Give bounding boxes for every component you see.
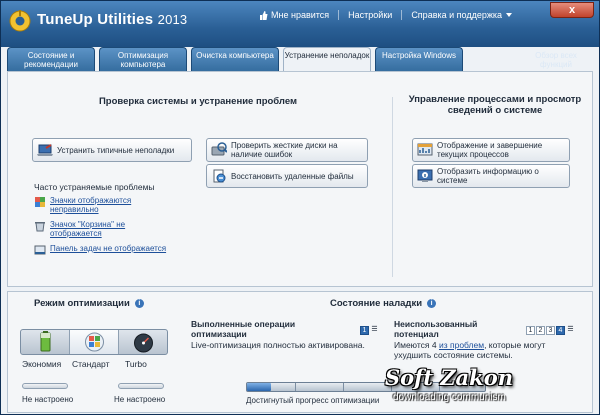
help-link[interactable]: Справка и поддержка [411, 10, 513, 20]
link-row-taskbar: Панель задач не отображается [34, 244, 204, 256]
fix-common-problems-button[interactable]: Устранить типичные неполадки [32, 138, 192, 162]
potential-page-3[interactable]: 3 [546, 326, 555, 335]
close-button[interactable]: x [550, 2, 594, 18]
mode-economy-label: Экономия [22, 359, 62, 369]
settings-link[interactable]: Настройки [348, 10, 392, 20]
potential-pager: 1 2 3 4 ☰ [526, 326, 575, 335]
section-divider [392, 97, 393, 277]
app-name: TuneUp Utilities [37, 11, 154, 28]
done-pager: 1 ☰ [360, 326, 379, 335]
optimization-mode-label: Режим оптимизации [34, 298, 130, 309]
menu-icon[interactable]: ☰ [370, 326, 379, 335]
done-operations-heading: Выполненные операции оптимизации [191, 319, 296, 339]
info-icon[interactable]: i [134, 299, 144, 308]
maintenance-state-title: Состояние наладки i [330, 298, 437, 309]
system-info-icon [417, 169, 433, 182]
potential-heading: Неиспользованный потенциал [394, 319, 478, 339]
tab-cleanup[interactable]: Очистка компьютера [191, 47, 279, 71]
restore-files-button[interactable]: Восстановить удаленные файлы [206, 164, 368, 188]
troubleshooting-panel: Проверка системы и устранение проблем Уп… [7, 71, 593, 287]
link-recycle-bin[interactable]: Значок "Корзина" не отображается [50, 220, 174, 238]
mode-turbo-label: Turbo [125, 359, 147, 369]
frequent-problems-heading: Часто устраняемые проблемы [34, 182, 155, 192]
check-disks-label: Проверить жесткие диски на наличие ошибо… [231, 141, 338, 159]
tab-windows-settings[interactable]: Настройка Windows [375, 47, 463, 71]
mode-economy-button[interactable] [21, 330, 70, 354]
mode-standard-label: Стандарт [72, 359, 110, 369]
show-processes-button[interactable]: Отображение и завершение текущих процесс… [412, 138, 570, 162]
restore-files-label: Восстановить удаленные файлы [231, 171, 354, 181]
watermark-main: Soft Zakon [385, 365, 513, 390]
mode-standard-button[interactable] [70, 330, 119, 354]
tab-optimization[interactable]: Оптимизация компьютера [99, 47, 187, 71]
fix-common-problems-label: Устранить типичные неполадки [57, 145, 175, 155]
app-title: TuneUp Utilities 2013 [37, 11, 187, 28]
recycle-bin-icon [35, 222, 45, 232]
tuneup-logo-icon [9, 10, 31, 32]
battery-icon [40, 331, 51, 352]
close-icon: x [568, 4, 576, 16]
optimization-mode-switch [20, 329, 168, 355]
progress-fill [247, 383, 271, 391]
done-operations-text: Live-оптимизация полностью активирована. [191, 340, 365, 350]
link-taskbar[interactable]: Панель задач не отображается [50, 244, 166, 253]
disk-check-icon [211, 142, 227, 156]
check-disks-button[interactable]: Проверить жесткие диски на наличие ошибо… [206, 138, 368, 162]
economy-setting-slider[interactable] [22, 383, 68, 389]
help-label: Справка и поддержка [411, 10, 503, 20]
taskbar-icon [34, 245, 46, 255]
progress-tick [295, 383, 296, 391]
potential-text-pre: Имеются 4 [394, 340, 437, 350]
tab-status[interactable]: Состояние и рекомендации [7, 47, 95, 71]
link-icons-wrong[interactable]: Значки отображаются неправильно [50, 196, 174, 214]
watermark: Soft Zakon downloading communism [379, 365, 599, 414]
app-year: 2013 [157, 12, 188, 27]
laptop-fix-icon [37, 144, 53, 156]
progress-label: Достигнутый прогресс оптимизации [246, 396, 380, 405]
optimization-mode-title: Режим оптимизации i [34, 298, 144, 309]
show-processes-label: Отображение и завершение текущих процесс… [437, 141, 543, 159]
speedometer-icon [134, 333, 153, 353]
done-operations-title: Выполненные операции оптимизации [191, 319, 331, 339]
separator [401, 10, 403, 20]
all-functions-link[interactable]: Обзор всех функций [525, 47, 587, 69]
economy-status: Не настроено [22, 395, 74, 404]
system-info-button[interactable]: Отобразить информацию о системе [412, 164, 570, 188]
problems-link[interactable]: из проблем [439, 340, 484, 350]
standard-mode-icon [85, 332, 104, 352]
system-info-label: Отобразить информацию о системе [437, 167, 539, 185]
link-row-icons: Значки отображаются неправильно [34, 196, 174, 214]
mode-turbo-button[interactable] [119, 330, 168, 354]
left-section-title: Проверка системы и устранение проблем [98, 96, 298, 107]
potential-page-1[interactable]: 1 [526, 326, 535, 335]
chevron-down-icon [506, 13, 513, 17]
processes-icon [417, 143, 433, 156]
like-link[interactable]: Мне нравится [259, 10, 329, 20]
title-bar: TuneUp Utilities 2013 Мне нравится Настр… [1, 1, 599, 47]
thumbs-up-icon [260, 10, 268, 20]
separator [338, 10, 340, 20]
tab-troubleshooting[interactable]: Устранение неполадок [283, 47, 371, 72]
potential-page-4[interactable]: 4 [556, 326, 565, 335]
desktop-icons-icon [35, 197, 45, 207]
info-icon[interactable]: i [427, 299, 437, 308]
menu-icon[interactable]: ☰ [566, 326, 575, 335]
progress-tick [343, 383, 344, 391]
right-section-title: Управление процессами и просмотр сведени… [408, 94, 582, 116]
potential-title: Неиспользованный потенциал [394, 319, 514, 339]
turbo-setting-slider[interactable] [118, 383, 164, 389]
restore-files-icon [213, 169, 226, 183]
top-links: Мне нравится Настройки Справка и поддерж… [259, 8, 513, 22]
app-window: TuneUp Utilities 2013 Мне нравится Настр… [0, 0, 600, 415]
done-page-1[interactable]: 1 [360, 326, 369, 335]
maintenance-state-label: Состояние наладки [330, 298, 423, 309]
turbo-status: Не настроено [114, 395, 166, 404]
like-label: Мне нравится [271, 10, 330, 20]
potential-text: Имеются 4 из проблем, которые могут ухуд… [394, 340, 574, 360]
watermark-sub: downloading communism [393, 392, 506, 403]
link-row-recycle: Значок "Корзина" не отображается [34, 220, 174, 238]
potential-page-2[interactable]: 2 [536, 326, 545, 335]
main-tabs: Состояние и рекомендации Оптимизация ком… [7, 47, 595, 72]
